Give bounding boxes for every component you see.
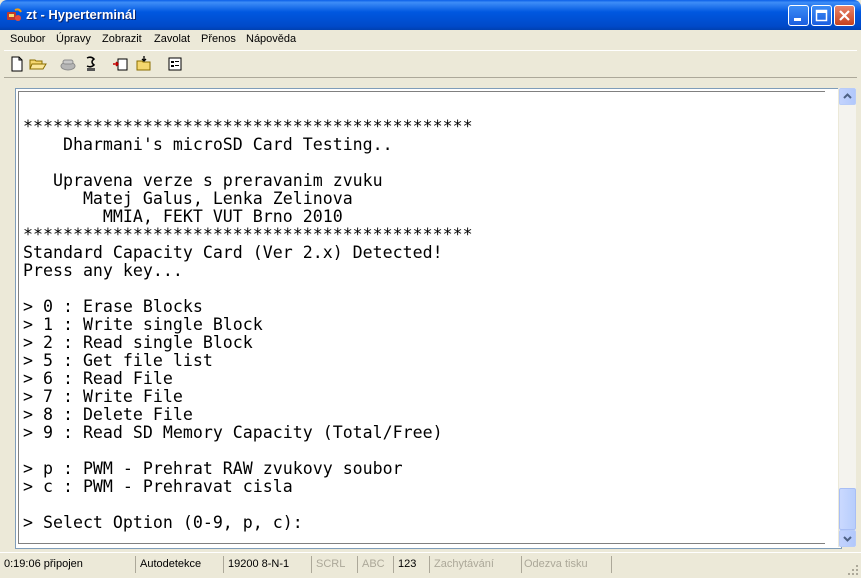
menu-soubor[interactable]: Soubor bbox=[10, 33, 45, 45]
title-bar[interactable]: zt - Hyperterminál bbox=[0, 0, 861, 30]
menu-zobrazit[interactable]: Zobrazit bbox=[102, 33, 142, 45]
status-print-echo: Odezva tisku bbox=[524, 556, 612, 573]
status-caps-lock: ABC bbox=[362, 556, 394, 573]
scroll-down-button[interactable] bbox=[839, 530, 856, 547]
disconnect-icon[interactable] bbox=[82, 55, 100, 73]
close-icon bbox=[839, 10, 850, 21]
terminal-output: ****************************************… bbox=[23, 117, 473, 532]
minimize-icon bbox=[794, 18, 801, 21]
menu-napoveda[interactable]: Nápověda bbox=[246, 33, 296, 45]
maximize-button[interactable] bbox=[811, 5, 832, 26]
properties-icon[interactable] bbox=[166, 55, 184, 73]
status-capture: Zachytávání bbox=[434, 556, 522, 573]
status-connection-time: 0:19:06 připojen bbox=[4, 556, 136, 573]
resize-grip-icon[interactable] bbox=[847, 564, 859, 576]
vertical-scrollbar[interactable] bbox=[838, 88, 856, 547]
close-button[interactable] bbox=[834, 5, 855, 26]
chevron-down-icon bbox=[843, 536, 852, 542]
new-icon[interactable] bbox=[8, 55, 26, 73]
terminal-screen[interactable]: ****************************************… bbox=[18, 91, 825, 544]
call-icon[interactable] bbox=[59, 55, 77, 73]
minimize-button[interactable] bbox=[788, 5, 809, 26]
status-port-settings: 19200 8-N-1 bbox=[228, 556, 312, 573]
receive-icon[interactable] bbox=[135, 55, 153, 73]
toolbar bbox=[4, 50, 857, 78]
scroll-up-button[interactable] bbox=[839, 88, 856, 105]
menu-bar: Soubor Úpravy Zobrazit Zavolat Přenos Ná… bbox=[4, 30, 857, 49]
send-icon[interactable] bbox=[112, 55, 130, 73]
hyperterminal-app-icon[interactable] bbox=[6, 7, 22, 23]
status-detection: Autodetekce bbox=[140, 556, 224, 573]
open-icon[interactable] bbox=[29, 55, 47, 73]
menu-upravy[interactable]: Úpravy bbox=[56, 33, 91, 45]
hyperterminal-window: zt - Hyperterminál Soubor Úpravy Zobrazi… bbox=[0, 0, 861, 578]
chevron-up-icon bbox=[843, 93, 852, 99]
status-scroll-lock: SCRL bbox=[316, 556, 358, 573]
maximize-icon bbox=[815, 9, 828, 22]
menu-zavolat[interactable]: Zavolat bbox=[154, 33, 190, 45]
window-title: zt - Hyperterminál bbox=[26, 7, 136, 22]
status-num-lock: 123 bbox=[398, 556, 430, 573]
status-bar: 0:19:06 připojen Autodetekce 19200 8-N-1… bbox=[0, 552, 861, 578]
menu-prenos[interactable]: Přenos bbox=[201, 33, 236, 45]
scroll-thumb[interactable] bbox=[839, 488, 856, 530]
